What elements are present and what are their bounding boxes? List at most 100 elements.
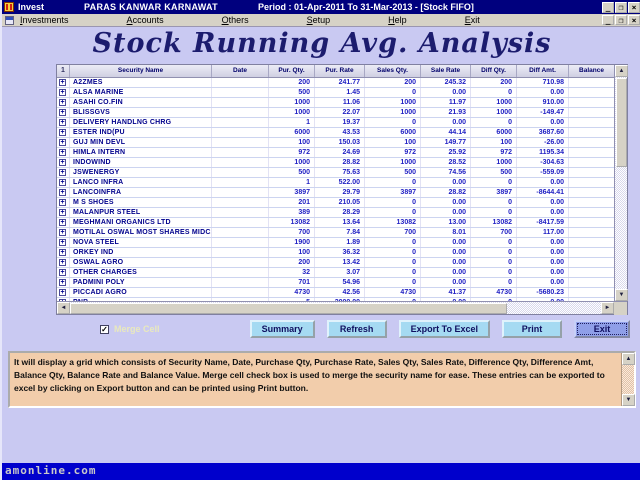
menu-item-accounts[interactable]: Accounts [127, 15, 164, 25]
expand-plus-icon[interactable]: + [59, 199, 66, 206]
horizontal-scrollbar[interactable]: ◄ ► [57, 301, 627, 314]
merge-cell-control[interactable]: ✓ Merge Cell [100, 324, 160, 334]
scroll-right-icon[interactable]: ► [601, 302, 614, 314]
expand-plus-icon[interactable]: + [59, 189, 66, 196]
cell-pur-qty: 32 [269, 268, 315, 277]
expand-plus-icon[interactable]: + [59, 249, 66, 256]
mdi-minimize-icon[interactable]: _ [602, 15, 614, 25]
column-header-sale-rate[interactable]: Sale Rate [421, 65, 471, 77]
table-row[interactable]: +LANCO INFRA1522.0000.0000.00 [57, 178, 614, 188]
expand-plus-icon[interactable]: + [59, 99, 66, 106]
expand-plus-icon[interactable]: + [59, 119, 66, 126]
expand-plus-icon[interactable]: + [59, 169, 66, 176]
cell-sale-rate: 44.14 [421, 128, 471, 137]
desc-scroll-up-icon[interactable]: ▲ [622, 353, 635, 365]
expand-plus-icon[interactable]: + [59, 289, 66, 296]
vertical-scrollbar[interactable]: ▲ ▼ [614, 65, 627, 301]
column-header-diff-amt[interactable]: Diff Amt. [517, 65, 569, 77]
cell-date [212, 208, 269, 217]
column-header-balance[interactable]: Balance [569, 65, 614, 77]
scroll-left-icon[interactable]: ◄ [57, 302, 70, 314]
cell-security-name: MALANPUR STEEL [70, 208, 212, 217]
expand-plus-icon[interactable]: + [59, 269, 66, 276]
menu-item-setup[interactable]: Setup [307, 15, 331, 25]
export-to-excel-button[interactable]: Export To Excel [399, 320, 490, 338]
table-row[interactable]: +OSWAL AGRO20013.4200.0000.00 [57, 258, 614, 268]
expand-plus-icon[interactable]: + [59, 219, 66, 226]
cell-pur-qty: 1000 [269, 98, 315, 107]
desc-scroll-track[interactable] [622, 365, 634, 394]
expand-plus-icon[interactable]: + [59, 279, 66, 286]
expand-plus-icon[interactable]: + [59, 89, 66, 96]
refresh-button[interactable]: Refresh [327, 320, 387, 338]
menu-item-others[interactable]: Others [222, 15, 249, 25]
table-row[interactable]: +ASAHI CO.FIN100011.06100011.971000910.0… [57, 98, 614, 108]
expand-plus-icon[interactable]: + [59, 79, 66, 86]
menu-item-exit[interactable]: Exit [465, 15, 480, 25]
menu-item-investments[interactable]: Investments [20, 15, 69, 25]
cell-sales-qty: 13082 [365, 218, 421, 227]
column-header-diff-qty[interactable]: Diff Qty. [471, 65, 517, 77]
restore-icon[interactable]: ❐ [615, 2, 627, 13]
column-header-sales-qty[interactable]: Sales Qty. [365, 65, 421, 77]
record-selector-header[interactable]: 1 [57, 65, 70, 77]
table-row[interactable]: +PADMINI POLY70154.9600.0000.00 [57, 278, 614, 288]
summary-button[interactable]: Summary [250, 320, 315, 338]
expand-plus-icon[interactable]: + [59, 179, 66, 186]
mdi-restore-icon[interactable]: ❐ [615, 15, 627, 25]
cell-balance [569, 198, 614, 207]
table-row[interactable]: +HIMLA INTERN97224.6997225.929721195.34 [57, 148, 614, 158]
cell-sales-qty: 0 [365, 258, 421, 267]
close-icon[interactable]: × [628, 2, 640, 13]
table-row[interactable]: +ALSA MARINE5001.4500.0000.00 [57, 88, 614, 98]
expand-plus-icon[interactable]: + [59, 229, 66, 236]
merge-cell-checkbox[interactable]: ✓ [100, 325, 109, 334]
expand-plus-icon[interactable]: + [59, 149, 66, 156]
table-row[interactable]: +A2ZMES200241.77200245.32200710.98 [57, 78, 614, 88]
scroll-down-icon[interactable]: ▼ [615, 289, 628, 301]
print-button[interactable]: Print [502, 320, 562, 338]
table-row[interactable]: +ORKEY IND10036.3200.0000.00 [57, 248, 614, 258]
cell-pur-qty: 1 [269, 118, 315, 127]
vertical-scroll-track[interactable] [615, 168, 627, 289]
description-scrollbar[interactable]: ▲ ▼ [621, 353, 634, 406]
expand-plus-icon[interactable]: + [59, 209, 66, 216]
expand-plus-icon[interactable]: + [59, 129, 66, 136]
column-header-pur-qty[interactable]: Pur. Qty. [269, 65, 315, 77]
vertical-scroll-thumb[interactable] [616, 78, 627, 167]
menu-item-help[interactable]: Help [388, 15, 407, 25]
table-row[interactable]: +MEGHMANI ORGANICS LTD1308213.641308213.… [57, 218, 614, 228]
cell-diff-amt: 0.00 [517, 178, 569, 187]
column-header-security-name[interactable]: Security Name [70, 65, 212, 77]
table-row[interactable]: +GUJ MIN DEVL100150.03100149.77100-26.00 [57, 138, 614, 148]
expand-plus-icon[interactable]: + [59, 159, 66, 166]
minimize-icon[interactable]: _ [602, 2, 614, 13]
table-row[interactable]: +MALANPUR STEEL38928.2900.0000.00 [57, 208, 614, 218]
scroll-up-icon[interactable]: ▲ [615, 65, 628, 77]
expand-plus-icon[interactable]: + [59, 109, 66, 116]
table-row[interactable]: +ESTER IND(PU600043.53600044.1460003687.… [57, 128, 614, 138]
table-row[interactable]: +NOVA STEEL19001.8900.0000.00 [57, 238, 614, 248]
table-row[interactable]: +JSWENERGY50075.6350074.56500-559.09 [57, 168, 614, 178]
cell-sales-qty: 6000 [365, 128, 421, 137]
horizontal-scroll-track[interactable] [507, 302, 601, 314]
table-row[interactable]: +M S SHOES201210.0500.0000.00 [57, 198, 614, 208]
expand-plus-icon[interactable]: + [59, 139, 66, 146]
expand-plus-icon[interactable]: + [59, 259, 66, 266]
horizontal-scroll-thumb[interactable] [70, 303, 507, 314]
table-row[interactable]: +DELIVERY HANDLNG CHRG119.3700.0000.00 [57, 118, 614, 128]
mdi-close-icon[interactable]: × [628, 15, 640, 25]
cell-sale-rate: 0.00 [421, 208, 471, 217]
table-row[interactable]: +LANCOINFRA389729.79389728.823897-8644.4… [57, 188, 614, 198]
table-row[interactable]: +BLISSGVS100022.07100021.931000-149.47 [57, 108, 614, 118]
column-header-date[interactable]: Date [212, 65, 269, 77]
table-row[interactable]: +OTHER CHARGES323.0700.0000.00 [57, 268, 614, 278]
description-text[interactable]: It will display a grid which consists of… [10, 353, 621, 406]
table-row[interactable]: +PICCADI AGRO473042.56473041.374730-5680… [57, 288, 614, 298]
exit-button[interactable]: Exit [574, 320, 630, 338]
column-header-pur-rate[interactable]: Pur. Rate [315, 65, 365, 77]
table-row[interactable]: +MOTILAL OSWAL MOST SHARES MIDCAI7007.84… [57, 228, 614, 238]
desc-scroll-down-icon[interactable]: ▼ [622, 394, 635, 406]
expand-plus-icon[interactable]: + [59, 239, 66, 246]
table-row[interactable]: +INDOWIND100028.82100028.521000-304.63 [57, 158, 614, 168]
